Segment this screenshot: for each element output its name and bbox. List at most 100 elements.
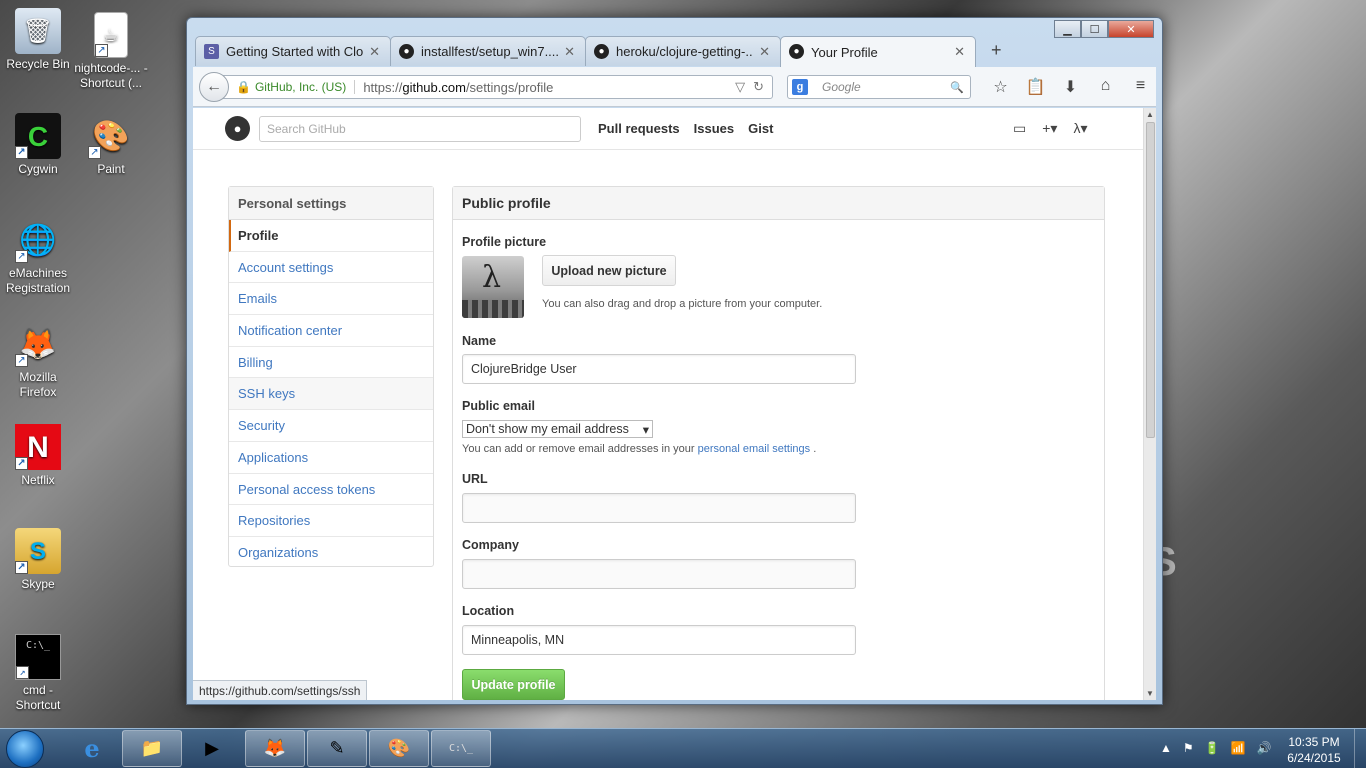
public-email-label: Public email [462, 399, 535, 413]
search-icon[interactable]: 🔍 [950, 81, 964, 94]
update-profile-button[interactable]: Update profile [462, 669, 565, 700]
name-label: Name [462, 334, 497, 348]
create-new-icon[interactable]: +▾ [1042, 120, 1057, 137]
explorer-taskbar-icon[interactable]: 📁 [122, 730, 182, 767]
desktop-icon-cmd[interactable]: C:\_ ↗ cmd - Shortcut [0, 634, 76, 713]
sidebar-title: Personal settings [229, 187, 433, 220]
downloads-icon[interactable]: ⬇ [1053, 77, 1088, 97]
sidebar-item-applications[interactable]: Applications [229, 442, 433, 474]
sidebar-item-organizations[interactable]: Organizations [229, 537, 433, 569]
tab-close-icon[interactable]: ✕ [369, 44, 380, 60]
home-icon[interactable]: ⌂ [1088, 77, 1123, 97]
notifications-icon[interactable]: ▭ [1013, 120, 1026, 137]
cmd-glyph: C:\_ [25, 640, 51, 651]
sidebar-item-emails[interactable]: Emails [229, 283, 433, 316]
tab-close-icon[interactable]: ✕ [759, 44, 770, 60]
clock[interactable]: 10:35 PM 6/24/2015 [1282, 734, 1346, 766]
sidebar-item-notification-center[interactable]: Notification center [229, 315, 433, 347]
url-text[interactable]: https://github.com/settings/profile [363, 80, 735, 95]
network-signal-icon[interactable]: 📶 [1231, 741, 1246, 755]
desktop-icon-firefox[interactable]: 🦊 ↗ Mozilla Firefox [0, 321, 76, 400]
netflix-glyph: N [27, 430, 49, 464]
hamburger-menu-icon[interactable]: ≡ [1123, 77, 1158, 97]
volume-icon[interactable]: 🔊 [1257, 741, 1272, 755]
desktop-icon-label: Netflix [21, 473, 55, 487]
email-note: You can add or remove email addresses in… [462, 443, 816, 455]
desktop-icon-emachines[interactable]: 🌐 ↗ eMachines Registration [0, 217, 76, 296]
sidebar-item-personal-access-tokens[interactable]: Personal access tokens [229, 474, 433, 506]
url-input[interactable] [462, 493, 856, 523]
github-search-input[interactable]: Search GitHub [259, 116, 581, 142]
recycle-bin-icon: 🗑 [15, 8, 61, 54]
show-desktop-button[interactable] [1354, 729, 1366, 768]
paint-taskbar-icon[interactable]: 🎨 [369, 730, 429, 767]
sidebar-item-ssh-keys[interactable]: SSH keys [229, 378, 433, 411]
public-email-select[interactable]: Don't show my email address ▾ [462, 420, 653, 438]
cmd-taskbar-icon[interactable]: C:\_ [431, 730, 491, 767]
location-input[interactable]: Minneapolis, MN [462, 625, 856, 655]
new-tab-button[interactable]: + [991, 40, 1002, 61]
url-label: URL [462, 472, 488, 486]
history-dropdown-icon[interactable]: ▽ [735, 79, 745, 95]
tab-your-profile[interactable]: ● Your Profile ✕ [780, 36, 976, 67]
nav-gist[interactable]: Gist [748, 121, 773, 136]
bookmark-star-icon[interactable]: ☆ [983, 77, 1018, 97]
sidebar-item-security[interactable]: Security [229, 410, 433, 442]
personal-email-settings-link[interactable]: personal email settings [698, 443, 811, 455]
bookmarks-menu-icon[interactable]: 📋 [1018, 77, 1053, 97]
desktop-icon-netflix[interactable]: N ↗ Netflix [0, 424, 76, 488]
desktop-icon-paint[interactable]: 🎨 ↗ Paint [73, 113, 149, 177]
desktop-icon-skype[interactable]: S ↗ Skype [0, 528, 76, 592]
github-logo-icon[interactable]: ● [225, 116, 250, 141]
tab-getting-started[interactable]: S Getting Started with Clo... ✕ [195, 36, 391, 66]
desktop-icon-recycle-bin[interactable]: 🗑 Recycle Bin [0, 8, 76, 72]
upload-note: You can also drag and drop a picture fro… [542, 298, 823, 310]
google-engine-icon[interactable]: g [792, 79, 808, 95]
tab-close-icon[interactable]: ✕ [954, 44, 965, 60]
avatar-menu-icon[interactable]: λ▾ [1073, 120, 1087, 137]
ie-taskbar-icon[interactable]: e [62, 730, 122, 767]
nav-issues[interactable]: Issues [694, 121, 734, 136]
search-bar[interactable]: g Google 🔍 [787, 75, 971, 99]
scrollbar-thumb[interactable] [1146, 122, 1155, 438]
minimize-button[interactable]: ▁ [1054, 20, 1081, 38]
navigation-toolbar: 🔒 GitHub, Inc. (US) https://github.com/s… [193, 67, 1156, 107]
snipping-taskbar-icon[interactable]: ✎ [307, 730, 367, 767]
github-header: ● Search GitHub Pull requests Issues Gis… [193, 108, 1143, 150]
url-prefix: https:// [363, 79, 403, 95]
name-input[interactable]: ClojureBridge User [462, 354, 856, 384]
tab-label: heroku/clojure-getting-... [616, 44, 754, 59]
desktop-icon-label: Skype [21, 577, 55, 591]
scroll-down-icon[interactable]: ▼ [1146, 689, 1154, 698]
shortcut-arrow-icon: ↗ [88, 146, 101, 159]
upload-picture-button[interactable]: Upload new picture [542, 255, 676, 286]
show-hidden-icons-icon[interactable]: ▲ [1160, 741, 1172, 755]
start-button[interactable] [6, 730, 44, 768]
sidebar-item-billing[interactable]: Billing [229, 347, 433, 379]
tab-close-icon[interactable]: ✕ [564, 44, 575, 60]
github-nav: Pull requests Issues Gist [598, 121, 787, 136]
sidebar-item-account-settings[interactable]: Account settings [229, 252, 433, 284]
sidebar-item-profile[interactable]: Profile [229, 220, 433, 252]
maximize-button[interactable]: ☐ [1081, 20, 1108, 38]
action-center-flag-icon[interactable]: ⚑ [1183, 741, 1194, 755]
media-player-taskbar-icon[interactable]: ▶ [182, 730, 242, 767]
scroll-up-icon[interactable]: ▲ [1146, 110, 1154, 119]
page-scrollbar[interactable]: ▲ ▼ [1143, 108, 1156, 700]
tab-installfest[interactable]: ● installfest/setup_win7.... ✕ [390, 36, 586, 66]
back-button[interactable]: ← [199, 72, 229, 102]
company-input[interactable] [462, 559, 856, 589]
reload-icon[interactable]: ↻ [753, 79, 764, 95]
desktop-icon-nightcode[interactable]: ☕ ↗ nightcode-... - Shortcut (... [73, 12, 149, 91]
close-window-button[interactable]: ✕ [1108, 20, 1154, 38]
site-identity[interactable]: GitHub, Inc. (US) [255, 80, 356, 94]
nav-pull-requests[interactable]: Pull requests [598, 121, 680, 136]
tab-strip: S Getting Started with Clo... ✕ ● instal… [195, 36, 976, 67]
url-bar[interactable]: 🔒 GitHub, Inc. (US) https://github.com/s… [223, 75, 773, 99]
desktop-icon-cygwin[interactable]: C ↗ Cygwin [0, 113, 76, 177]
tab-label: installfest/setup_win7.... [421, 44, 559, 59]
tab-heroku-clojure[interactable]: ● heroku/clojure-getting-... ✕ [585, 36, 781, 66]
firefox-taskbar-icon[interactable]: 🦊 [245, 730, 305, 767]
sidebar-item-repositories[interactable]: Repositories [229, 505, 433, 537]
battery-icon[interactable]: 🔋 [1205, 741, 1220, 755]
